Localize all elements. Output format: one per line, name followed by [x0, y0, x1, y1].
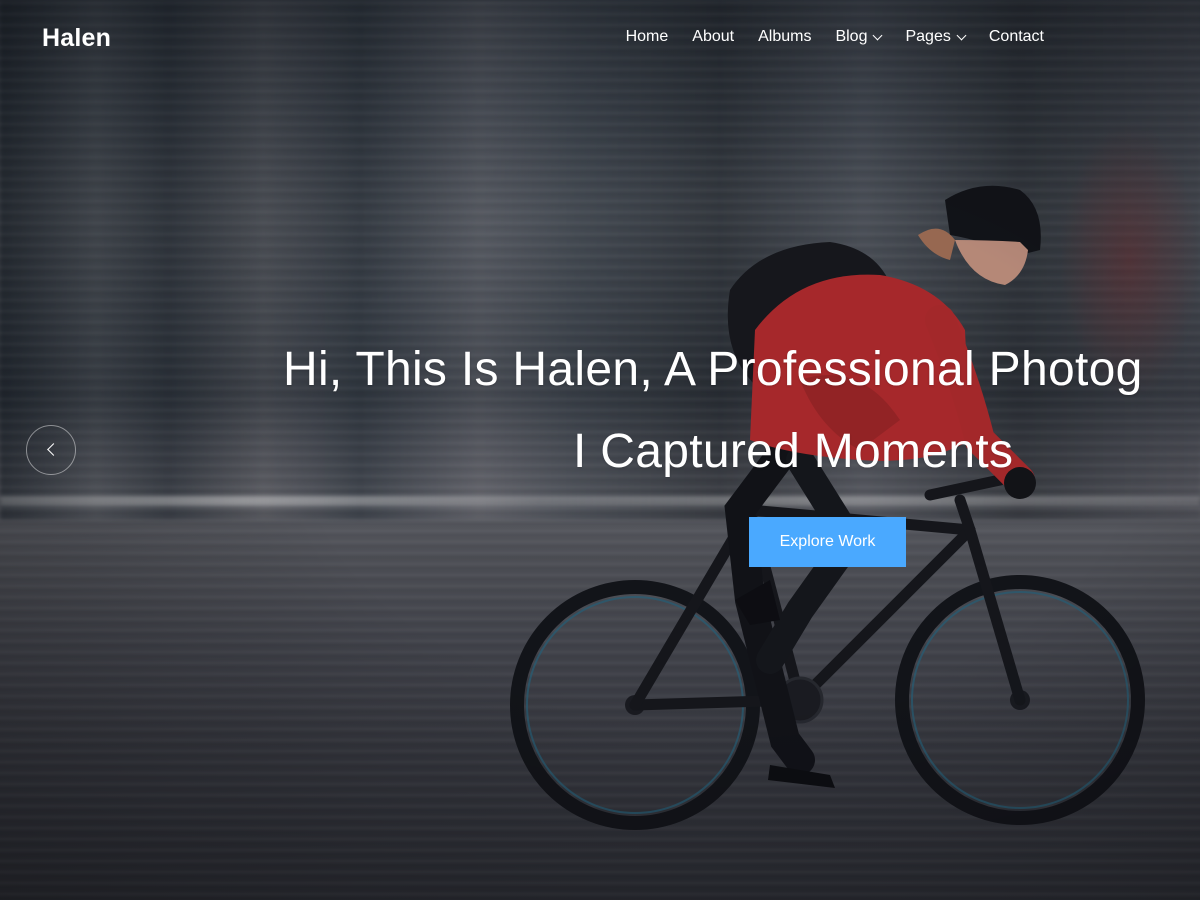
nav-item-label: Home — [625, 28, 669, 45]
chevron-down-icon — [956, 30, 967, 40]
nav-item-home[interactable]: Home — [626, 28, 669, 46]
nav-item-label: About — [692, 28, 735, 45]
main-nav: Home About Albums Blog Pages Contact — [626, 28, 1044, 46]
nav-item-pages[interactable]: Pages — [905, 28, 967, 46]
nav-item-blog[interactable]: Blog — [835, 28, 883, 46]
explore-work-button[interactable]: Explore Work — [749, 517, 906, 567]
nav-item-label: Contact — [988, 28, 1044, 45]
nav-item-albums[interactable]: Albums — [758, 28, 811, 46]
nav-item-label: Pages — [905, 28, 951, 45]
site-logo[interactable]: Halen — [42, 24, 111, 53]
nav-item-label: Blog — [835, 28, 868, 45]
hero-headline-line1: Hi, This Is Halen, A Professional Photog — [283, 343, 1143, 396]
hero-slider: Halen Home About Albums Blog Pages Conta… — [0, 0, 1200, 900]
slider-prev-button[interactable] — [26, 425, 76, 475]
site-header: Halen Home About Albums Blog Pages Conta… — [0, 0, 1200, 76]
nav-item-label: Albums — [758, 28, 812, 45]
chevron-left-icon — [47, 443, 60, 456]
nav-item-contact[interactable]: Contact — [989, 28, 1044, 46]
nav-item-about[interactable]: About — [692, 28, 734, 46]
hero-headline-line2: I Captured Moments — [573, 425, 1014, 478]
chevron-down-icon — [873, 30, 883, 40]
